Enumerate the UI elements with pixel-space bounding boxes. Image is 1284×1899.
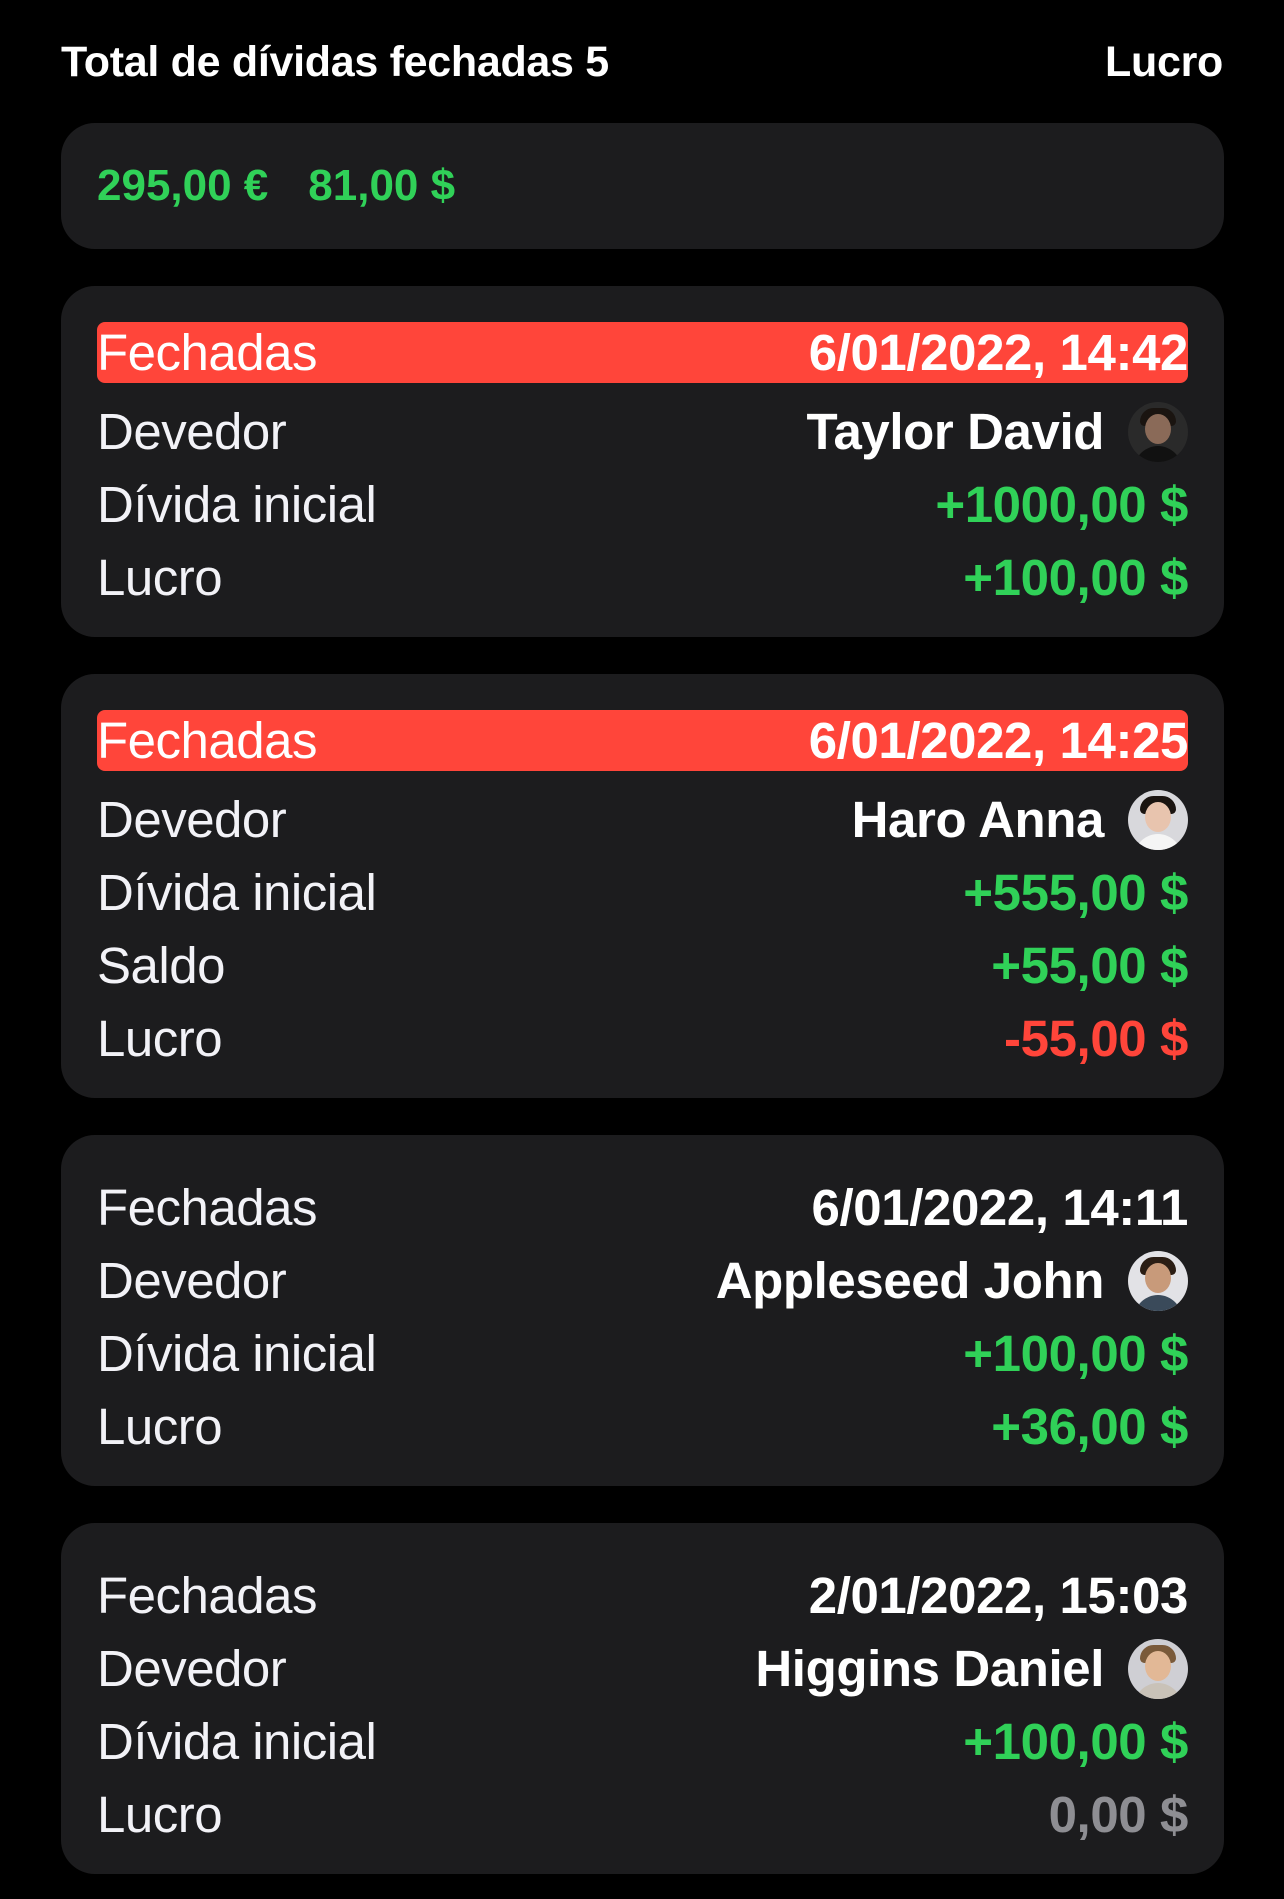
status-row: Fechadas 6/01/2022, 14:42 (97, 322, 1188, 383)
status-label: Fechadas (97, 712, 317, 769)
debtor-row: Devedor Higgins Daniel (97, 1632, 1188, 1705)
closed-date: 6/01/2022, 14:11 (811, 1179, 1189, 1236)
total-euro: 295,00 € (97, 161, 269, 210)
initial-debt-value: +555,00 $ (963, 864, 1188, 921)
status-row: Fechadas 6/01/2022, 14:11 (97, 1171, 1188, 1244)
debt-card[interactable]: Fechadas 6/01/2022, 14:25 Devedor Haro A… (61, 674, 1224, 1098)
status-label: Fechadas (97, 1567, 317, 1624)
status-label: Fechadas (97, 1179, 317, 1236)
debt-card[interactable]: Fechadas 6/01/2022, 14:11 Devedor Apples… (61, 1135, 1224, 1486)
closed-date: 6/01/2022, 14:25 (808, 712, 1189, 769)
header: Total de dívidas fechadas 5 Lucro (61, 34, 1223, 90)
debtor-name: Taylor David (806, 403, 1104, 460)
initial-debt-label: Dívida inicial (97, 1713, 377, 1770)
initial-debt-row: Dívida inicial +100,00 $ (97, 1705, 1188, 1778)
debtor-name: Higgins Daniel (755, 1640, 1104, 1697)
debtor-label: Devedor (97, 1640, 287, 1697)
avatar (1128, 1250, 1188, 1311)
closed-date: 2/01/2022, 15:03 (808, 1567, 1189, 1624)
debtor-row: Devedor Haro Anna (97, 783, 1188, 856)
avatar (1128, 1638, 1188, 1699)
debt-card[interactable]: Fechadas 6/01/2022, 14:42 Devedor Taylor… (61, 286, 1224, 637)
debtor-label: Devedor (97, 1252, 287, 1309)
debtor-name: Haro Anna (851, 791, 1105, 848)
initial-debt-value: +1000,00 $ (935, 476, 1188, 533)
profit-label: Lucro (97, 549, 223, 606)
initial-debt-value: +100,00 $ (963, 1713, 1188, 1770)
profit-row: Lucro -55,00 $ (97, 1002, 1188, 1075)
total-dollar: 81,00 $ (308, 161, 456, 210)
initial-debt-value: +100,00 $ (963, 1325, 1188, 1382)
initial-debt-row: Dívida inicial +555,00 $ (97, 856, 1188, 929)
status-label: Fechadas (97, 324, 317, 381)
balance-row: Saldo +55,00 $ (97, 929, 1188, 1002)
profit-value: 0,00 $ (1048, 1786, 1189, 1843)
status-row: Fechadas 6/01/2022, 14:25 (97, 710, 1188, 771)
initial-debt-label: Dívida inicial (97, 1325, 377, 1382)
profit-value: +36,00 $ (991, 1398, 1188, 1455)
avatar (1128, 789, 1188, 850)
profit-row: Lucro +100,00 $ (97, 541, 1188, 614)
initial-debt-label: Dívida inicial (97, 476, 377, 533)
debtor-label: Devedor (97, 791, 287, 848)
debtor-name: Appleseed John (715, 1252, 1105, 1309)
initial-debt-row: Dívida inicial +100,00 $ (97, 1317, 1188, 1390)
profit-label: Lucro (97, 1786, 223, 1843)
sort-lucro-button[interactable]: Lucro (1105, 38, 1223, 87)
debtor-row: Devedor Taylor David (97, 395, 1188, 468)
status-row: Fechadas 2/01/2022, 15:03 (97, 1559, 1188, 1632)
profit-row: Lucro +36,00 $ (97, 1390, 1188, 1463)
avatar (1128, 401, 1188, 462)
debtor-row: Devedor Appleseed John (97, 1244, 1188, 1317)
totals-summary: 295,00 € 81,00 $ (61, 123, 1224, 249)
profit-label: Lucro (97, 1010, 223, 1067)
profit-value: -55,00 $ (1004, 1010, 1188, 1067)
closed-date: 6/01/2022, 14:42 (808, 324, 1189, 381)
initial-debt-label: Dívida inicial (97, 864, 377, 921)
page-title: Total de dívidas fechadas 5 (61, 37, 609, 86)
debtor-label: Devedor (97, 403, 287, 460)
profit-value: +100,00 $ (963, 549, 1188, 606)
balance-value: +55,00 $ (991, 937, 1188, 994)
profit-row: Lucro 0,00 $ (97, 1778, 1188, 1851)
balance-label: Saldo (97, 937, 225, 994)
initial-debt-row: Dívida inicial +1000,00 $ (97, 468, 1188, 541)
debt-card[interactable]: Fechadas 2/01/2022, 15:03 Devedor Higgin… (61, 1523, 1224, 1874)
profit-label: Lucro (97, 1398, 223, 1455)
